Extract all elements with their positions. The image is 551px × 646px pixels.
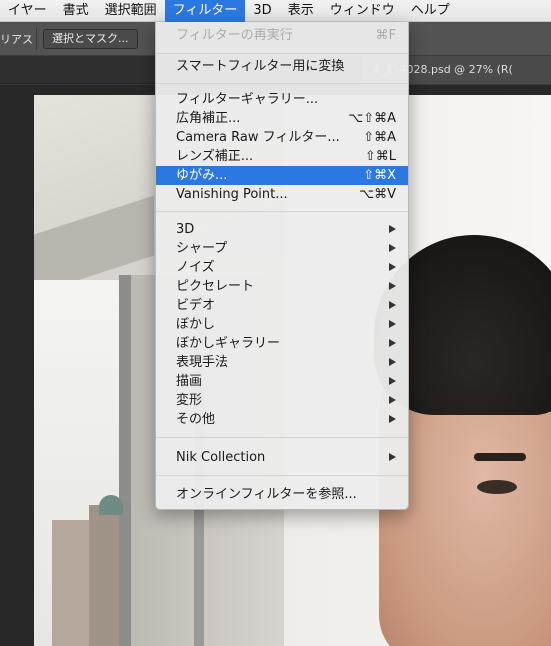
menu-item-vanishing-point[interactable]: Vanishing Point... ⌥⌘V (156, 185, 408, 204)
menu-separator (156, 211, 408, 212)
menu-item-blur-gallery[interactable]: ぼかしギャラリー (156, 334, 408, 353)
menu-item-label: ぼかしギャラリー (176, 336, 281, 351)
submenu-arrow-icon (389, 377, 396, 385)
photo-eye (477, 480, 517, 494)
menu-item-label: 変形 (176, 393, 203, 408)
menu-item-pixelate[interactable]: ピクセレート (156, 277, 408, 296)
menu-item-label: 3D (176, 222, 195, 237)
photo-window-frame (119, 275, 131, 646)
menu-item-label: シャープ (176, 241, 228, 256)
options-label: リアス (0, 33, 33, 46)
menu-layer[interactable]: イヤー (0, 0, 55, 22)
menu-item-3d[interactable]: 3D (156, 220, 408, 239)
menu-window[interactable]: ウィンドウ (322, 0, 403, 22)
menu-separator (156, 475, 408, 476)
menu-item-liquify[interactable]: ゆがみ... ⇧⌘X (156, 166, 408, 185)
menu-item-lens-correction[interactable]: レンズ補正... ⇧⌘L (156, 147, 408, 166)
menu-item-label: Vanishing Point... (176, 187, 288, 202)
submenu-arrow-icon (389, 339, 396, 347)
menu-3d[interactable]: 3D (245, 0, 279, 22)
menu-item-reapply-filter: フィルターの再実行 ⌘F (156, 26, 408, 45)
submenu-arrow-icon (389, 282, 396, 290)
menu-item-camera-raw-filter[interactable]: Camera Raw フィルター... ⇧⌘A (156, 128, 408, 147)
menu-item-convert-smart-filter[interactable]: スマートフィルター用に変換 (156, 57, 408, 76)
menu-item-other[interactable]: その他 (156, 410, 408, 429)
menu-item-label: Camera Raw フィルター... (176, 130, 340, 145)
submenu-arrow-icon (389, 358, 396, 366)
menu-item-nik-collection[interactable]: Nik Collection (156, 448, 408, 467)
menu-item-label: その他 (176, 412, 216, 427)
menu-item-shortcut: ⇧⌘L (364, 149, 396, 164)
submenu-arrow-icon (389, 396, 396, 404)
menu-item-label: ぼかし (176, 317, 216, 332)
menu-item-browse-filters-online[interactable]: オンラインフィルターを参照... (156, 485, 408, 504)
submenu-arrow-icon (389, 225, 396, 233)
submenu-arrow-icon (389, 263, 396, 271)
submenu-arrow-icon (389, 320, 396, 328)
menu-item-shortcut: ⇧⌘A (363, 130, 396, 145)
options-divider (36, 28, 37, 50)
menu-item-label: 描画 (176, 374, 203, 389)
menu-item-label: フィルターギャラリー... (176, 92, 319, 107)
menu-item-filter-gallery[interactable]: フィルターギャラリー... (156, 90, 408, 109)
select-and-mask-button[interactable]: 選択とマスク... (43, 29, 138, 49)
submenu-arrow-icon (389, 415, 396, 423)
menu-item-stylize[interactable]: 表現手法 (156, 353, 408, 372)
menu-item-adaptive-wide-angle[interactable]: 広角補正... ⌥⇧⌘A (156, 109, 408, 128)
menu-item-render[interactable]: 描画 (156, 372, 408, 391)
menu-item-label: ビデオ (176, 298, 216, 313)
menu-item-label: スマートフィルター用に変換 (176, 59, 345, 74)
menu-item-label: 広角補正... (176, 111, 241, 126)
menu-item-blur[interactable]: ぼかし (156, 315, 408, 334)
menu-item-distort[interactable]: 変形 (156, 391, 408, 410)
photo-building-roof (99, 495, 123, 515)
photo-eyebrow (474, 453, 526, 461)
menu-item-shortcut: ⌘F (375, 28, 396, 43)
menu-item-label: フィルターの再実行 (176, 28, 293, 43)
menu-view[interactable]: 表示 (280, 0, 322, 22)
menu-item-label: Nik Collection (176, 450, 266, 465)
menu-item-sharpen[interactable]: シャープ (156, 239, 408, 258)
submenu-arrow-icon (389, 453, 396, 461)
photo-building (89, 505, 119, 646)
menu-bar: イヤー 書式 選択範囲 フィルター 3D 表示 ウィンドウ ヘルプ (0, 0, 551, 22)
menu-select[interactable]: 選択範囲 (97, 0, 165, 22)
menu-item-shortcut: ⇧⌘X (363, 168, 396, 183)
menu-item-label: ゆがみ... (176, 168, 228, 183)
menu-item-noise[interactable]: ノイズ (156, 258, 408, 277)
menu-item-label: レンズ補正... (176, 149, 254, 164)
menu-item-video[interactable]: ビデオ (156, 296, 408, 315)
menu-separator (156, 437, 408, 438)
menu-item-shortcut: ⌥⇧⌘A (348, 111, 396, 126)
submenu-arrow-icon (389, 301, 396, 309)
menu-type[interactable]: 書式 (55, 0, 97, 22)
menu-item-label: ノイズ (176, 260, 215, 275)
filter-dropdown-menu: フィルターの再実行 ⌘F スマートフィルター用に変換 フィルターギャラリー...… (155, 22, 409, 510)
menu-filter[interactable]: フィルター (164, 0, 246, 22)
menu-separator (156, 53, 408, 54)
menu-item-label: オンラインフィルターを参照... (176, 487, 357, 502)
menu-separator (156, 83, 408, 84)
menu-item-label: ピクセレート (176, 279, 255, 294)
submenu-arrow-icon (389, 244, 396, 252)
menu-item-shortcut: ⌥⌘V (359, 187, 396, 202)
menu-help[interactable]: ヘルプ (403, 0, 458, 22)
menu-item-label: 表現手法 (176, 355, 229, 370)
